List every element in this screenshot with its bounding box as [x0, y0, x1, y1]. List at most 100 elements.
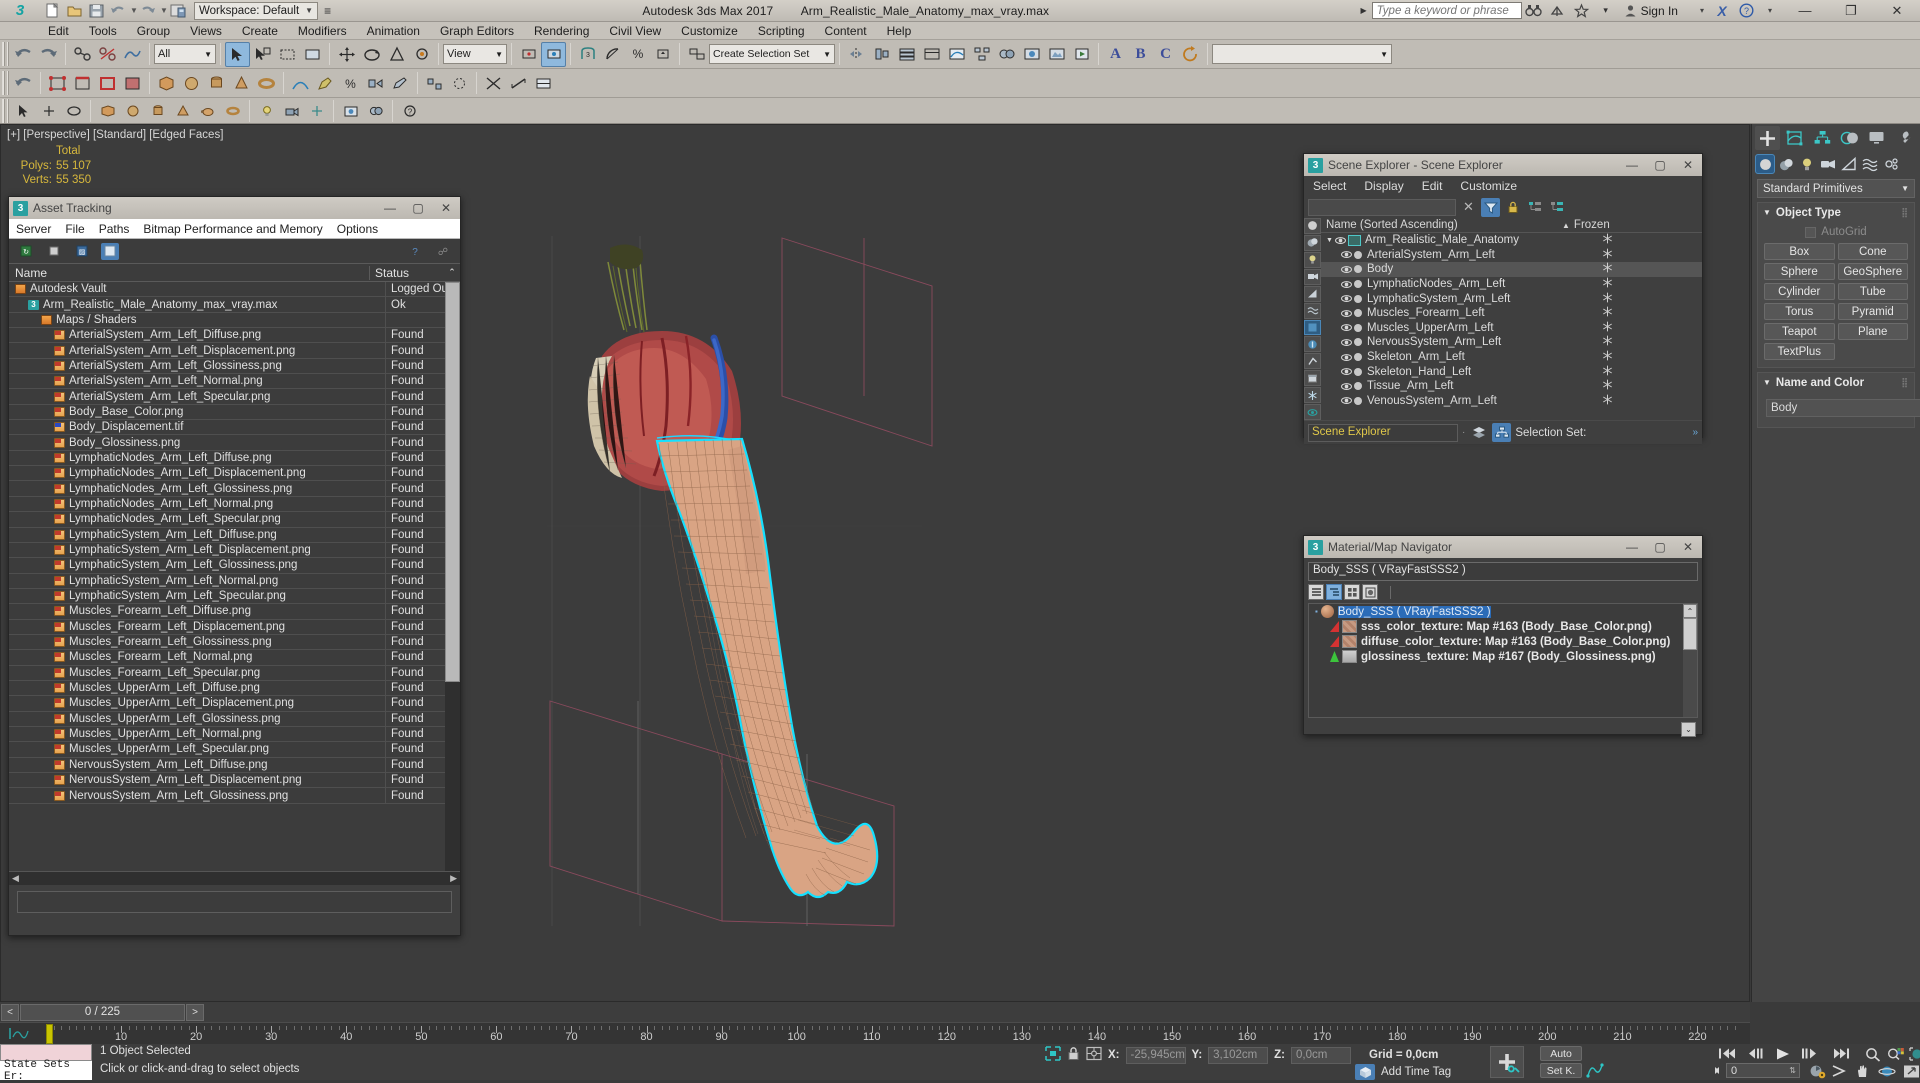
geometry-icon[interactable]	[1755, 154, 1775, 174]
matnav-minimize-button[interactable]: —	[1618, 536, 1646, 558]
favorite-star-icon[interactable]	[1570, 0, 1594, 22]
selection-filter-combo[interactable]: All ▼	[154, 44, 216, 64]
at-menu-bitmap-performance-and-memory[interactable]: Bitmap Performance and Memory	[136, 222, 329, 236]
object-type-cone-button[interactable]: Cone	[1837, 243, 1908, 260]
scene-explorer-name-field[interactable]: Scene Explorer	[1308, 423, 1458, 442]
filter-bones-icon[interactable]	[1304, 319, 1321, 336]
rectangular-select-region-icon[interactable]	[275, 42, 300, 67]
frozen-snowflake-icon[interactable]	[1602, 379, 1613, 390]
object-type-plane-button[interactable]: Plane	[1837, 323, 1908, 340]
visibility-eye-icon[interactable]	[1341, 395, 1352, 406]
object-type-geosphere-button[interactable]: GeoSphere	[1837, 263, 1908, 280]
at-column-name[interactable]: Name	[9, 265, 370, 280]
workspace-menu-icon[interactable]: ≡	[319, 4, 336, 18]
matnav-row[interactable]: ▪ Body_SSS ( VRayFastSSS2 )	[1309, 604, 1697, 619]
render-setup-icon[interactable]	[1019, 42, 1044, 67]
asset-tracking-minimize-button[interactable]: —	[376, 197, 404, 219]
object-sphere-icon[interactable]	[179, 71, 204, 96]
at-list-view-icon[interactable]	[45, 243, 63, 260]
object-category-dropdown[interactable]: Standard Primitives ▼	[1757, 179, 1915, 198]
se-menu-display[interactable]: Display	[1355, 179, 1412, 193]
asset-row[interactable]: Body_Glossiness.png Found	[9, 435, 460, 451]
select-and-rotate-icon[interactable]	[359, 42, 384, 67]
frozen-snowflake-icon[interactable]	[1602, 335, 1613, 346]
poly-vertex-icon[interactable]	[45, 71, 70, 96]
vp-box-icon[interactable]	[95, 98, 120, 123]
filter-hidden-icon[interactable]	[1304, 404, 1321, 421]
unlink-selection-icon[interactable]	[95, 42, 120, 67]
bind-to-space-warp-icon[interactable]	[120, 42, 145, 67]
menu-item-modifiers[interactable]: Modifiers	[288, 22, 357, 40]
asset-row[interactable]: NervousSystem_Arm_Left_Diffuse.png Found	[9, 757, 460, 773]
scene-explorer-row[interactable]: Body	[1321, 262, 1702, 277]
window-crossing-icon[interactable]	[300, 42, 325, 67]
scene-explorer-window[interactable]: 3 Scene Explorer - Scene Explorer — ▢ ✕ …	[1303, 153, 1703, 444]
filter-shapes-icon[interactable]	[1304, 234, 1321, 251]
shift-tool-icon[interactable]	[363, 71, 388, 96]
scene-explorer-close-button[interactable]: ✕	[1674, 154, 1702, 176]
open-file-icon[interactable]	[64, 1, 85, 21]
scene-explorer-row[interactable]: Muscles_UpperArm_Left	[1321, 321, 1702, 336]
display-tab[interactable]	[1864, 126, 1889, 150]
motion-tab[interactable]	[1837, 126, 1862, 150]
at-menu-server[interactable]: Server	[9, 222, 58, 236]
scene-row-frozen-cell[interactable]	[1562, 365, 1702, 379]
redo-tool-icon[interactable]	[36, 42, 61, 67]
at-menu-options[interactable]: Options	[330, 222, 385, 236]
frozen-snowflake-icon[interactable]	[1602, 365, 1613, 376]
scene-row-frozen-cell[interactable]	[1562, 379, 1702, 393]
selection-lock-toggle-icon[interactable]	[1067, 1046, 1080, 1064]
object-type-cylinder-button[interactable]: Cylinder	[1764, 283, 1835, 300]
material-editor-icon[interactable]	[994, 42, 1019, 67]
menu-item-customize[interactable]: Customize	[671, 22, 748, 40]
frozen-snowflake-icon[interactable]	[1602, 394, 1613, 405]
pan-view-icon[interactable]	[1852, 1063, 1874, 1079]
menu-item-tools[interactable]: Tools	[79, 22, 127, 40]
asset-row[interactable]: Body_Displacement.tif Found	[9, 420, 460, 436]
asset-row[interactable]: Muscles_Forearm_Left_Specular.png Found	[9, 665, 460, 681]
asset-row[interactable]: LymphaticNodes_Arm_Left_Normal.png Found	[9, 496, 460, 513]
scene-explorer-search-input[interactable]	[1308, 198, 1456, 216]
visibility-eye-icon[interactable]	[1341, 322, 1352, 333]
undo-icon[interactable]	[108, 1, 129, 21]
toolbar-grip[interactable]	[2, 98, 9, 123]
window-minimize-button[interactable]: —	[1782, 0, 1828, 22]
modify-tab[interactable]	[1782, 126, 1807, 150]
time-slider-next-button[interactable]: >	[186, 1003, 204, 1021]
systems-icon[interactable]	[1881, 154, 1901, 174]
at-help-icon[interactable]: ?	[406, 243, 424, 260]
absolute-relative-mode-icon[interactable]	[1086, 1046, 1102, 1064]
autogrid-checkbox-row[interactable]: AutoGrid	[1764, 226, 1908, 238]
menu-item-views[interactable]: Views	[180, 22, 232, 40]
asset-row[interactable]: Muscles_UpperArm_Left_Glossiness.png Foun…	[9, 711, 460, 727]
select-object-icon[interactable]	[225, 41, 250, 67]
xview-icon[interactable]	[481, 71, 506, 96]
mirror-icon[interactable]	[844, 42, 869, 67]
undo-tool-icon[interactable]	[11, 42, 36, 67]
scene-explorer-row[interactable]: Skeleton_Arm_Left	[1321, 350, 1702, 365]
select-similar-icon[interactable]	[422, 71, 447, 96]
schematic-view-icon[interactable]	[969, 42, 994, 67]
auto-key-button[interactable]: Auto	[1540, 1046, 1582, 1061]
vp-teapot-icon[interactable]	[195, 98, 220, 123]
track-bar-curve-editor-icon[interactable]	[8, 1026, 30, 1041]
at-menu-paths[interactable]: Paths	[92, 222, 137, 236]
asset-row[interactable]: NervousSystem_Arm_Left_Displacement.png F…	[9, 773, 460, 789]
scene-row-frozen-cell[interactable]	[1562, 321, 1702, 335]
y-coordinate-field[interactable]: 3,102cm	[1208, 1046, 1269, 1064]
at-grid-view-icon[interactable]: ▨	[73, 243, 91, 260]
frozen-snowflake-icon[interactable]	[1602, 321, 1613, 332]
align-icon[interactable]	[869, 42, 894, 67]
menu-item-rendering[interactable]: Rendering	[524, 22, 599, 40]
frozen-snowflake-icon[interactable]	[1602, 292, 1613, 303]
visibility-eye-icon[interactable]	[1341, 279, 1352, 290]
asset-tracking-window[interactable]: 3 Asset Tracking — ▢ ✕ Server File Paths Bi…	[8, 196, 461, 936]
object-type-box-button[interactable]: Box	[1764, 243, 1835, 260]
cameras-icon[interactable]	[1818, 154, 1838, 174]
asset-row[interactable]: Muscles_Forearm_Left_Displacement.png Fou…	[9, 619, 460, 635]
at-scroll-up-icon[interactable]: ⌃	[444, 267, 460, 278]
asset-row[interactable]: ArterialSystem_Arm_Left_Glossiness.png Fo…	[9, 358, 460, 375]
se-expand-icon[interactable]: »	[1692, 427, 1698, 438]
helpers-icon[interactable]	[1839, 154, 1859, 174]
shapes-icon[interactable]	[1776, 154, 1796, 174]
